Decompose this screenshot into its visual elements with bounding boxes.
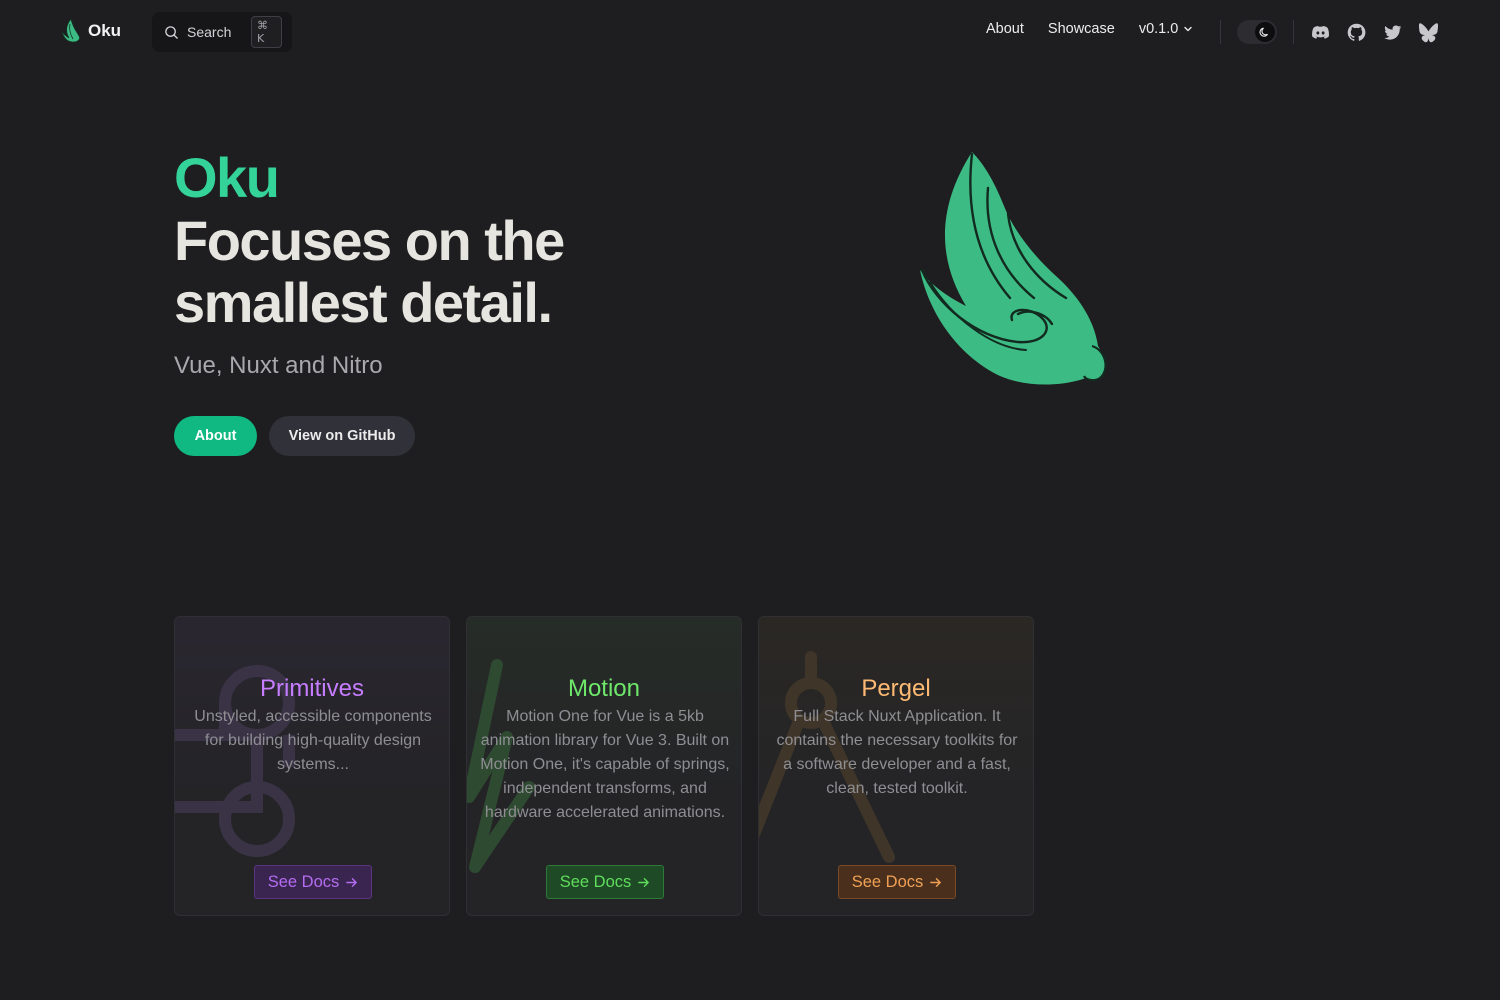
nav-divider [1293,20,1294,44]
arrow-right-icon [638,877,650,887]
card-description: Motion One for Vue is a 5kb animation li… [480,708,730,821]
see-docs-button[interactable]: See Docs [546,865,664,899]
discord-icon [1311,25,1329,39]
moon-icon [1259,27,1268,37]
card-description: Unstyled, accessible components for buil… [194,708,432,773]
arrow-right-icon [346,877,358,887]
twitter-icon [1383,24,1401,40]
card-title: Motion [567,675,641,702]
brand-logo-link[interactable]: Oku [60,18,121,44]
card-motion: Motion Motion One for Vue is a 5kb anima… [466,616,742,916]
top-navbar: Oku ⌘ K About Showcase v0.1.0 [0,0,1500,64]
view-on-github-button[interactable]: View on GitHub [269,416,415,456]
card-title: Primitives [259,675,364,702]
see-docs-label: See Docs [559,872,632,891]
nav-divider [1220,20,1221,44]
hero-headline: Focuses on the smallest detail. [174,209,565,334]
search-input[interactable] [187,24,243,40]
chevron-down-icon [1184,26,1193,32]
card-title: Pergel [861,675,931,702]
bluesky-icon [1418,22,1438,42]
search-box[interactable]: ⌘ K [152,12,292,52]
github-icon [1347,23,1365,41]
search-icon [165,25,178,39]
card-description: Full Stack Nuxt Application. It contains… [776,708,1018,797]
brand-name: Oku [88,21,122,40]
card-primitives: Primitives Unstyled, accessible componen… [174,616,450,916]
oku-logo-icon [61,18,81,43]
theme-toggle[interactable] [1237,20,1277,44]
nav-links: About Showcase v0.1.0 [986,21,1194,37]
see-docs-label: See Docs [851,872,924,891]
version-dropdown[interactable]: v0.1.0 [1139,21,1195,37]
hero-brand-title: Oku [174,146,280,209]
theme-toggle-knob [1255,22,1275,42]
version-label: v0.1.0 [1138,21,1179,37]
twitter-link[interactable] [1381,21,1403,43]
bluesky-link[interactable] [1417,21,1439,43]
see-docs-label: See Docs [267,872,340,891]
nav-link-showcase[interactable]: Showcase [1048,21,1115,37]
about-button[interactable]: About [174,416,257,456]
arrow-right-icon [930,877,942,887]
nav-link-about[interactable]: About [986,21,1024,37]
github-link[interactable] [1345,21,1367,43]
oku-hero-logo-icon [920,152,1107,385]
see-docs-button[interactable]: See Docs [838,865,956,899]
hero-subtitle: Vue, Nuxt and Nitro [174,352,383,379]
search-shortcut-hint: ⌘ K [251,16,282,48]
card-pergel: Pergel Full Stack Nuxt Application. It c… [758,616,1034,916]
see-docs-button[interactable]: See Docs [254,865,372,899]
discord-link[interactable] [1309,21,1331,43]
